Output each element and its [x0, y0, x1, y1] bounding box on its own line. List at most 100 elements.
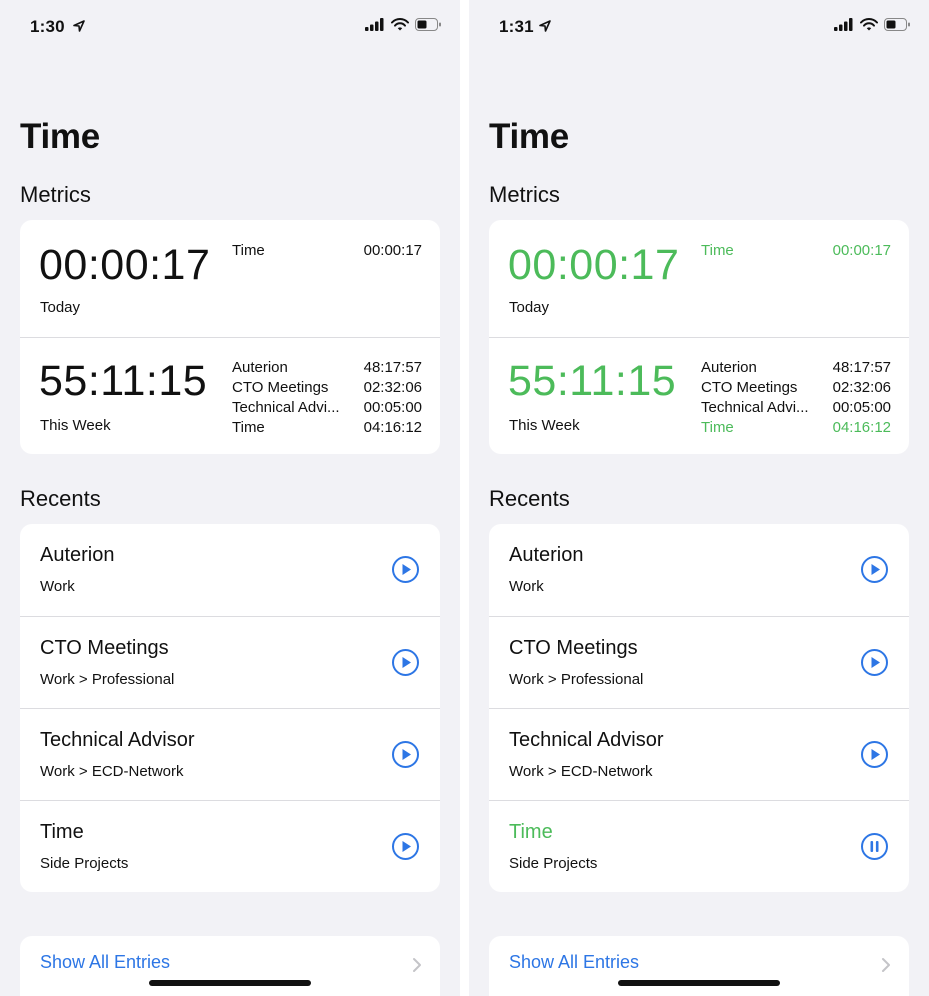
recent-name: Auterion — [40, 544, 115, 566]
phone-screen-left: 1:30 Time Metrics 00:00:17 Today Time 00… — [0, 0, 460, 996]
breakdown-duration: 02:32:06 — [832, 379, 891, 396]
status-icons — [365, 18, 442, 31]
recent-category: Work — [40, 578, 75, 595]
week-breakdown: Auterion 48:17:57 CTO Meetings 02:32:06 Te… — [701, 358, 891, 438]
show-all-entries-button[interactable]: Show All Entries — [20, 936, 440, 996]
today-label: Today — [40, 299, 81, 316]
home-indicator[interactable] — [618, 980, 780, 986]
today-breakdown: Time 00:00:17 — [701, 241, 891, 261]
recent-name: Technical Advisor — [509, 729, 664, 751]
status-bar: 1:30 — [0, 0, 460, 56]
metrics-card: 00:00:17 Today Time 00:00:17 55:11:15 Th… — [489, 220, 909, 454]
breakdown-row-active: Time 04:16:12 — [701, 418, 891, 438]
breakdown-duration: 04:16:12 — [832, 419, 891, 436]
status-icons — [834, 18, 911, 31]
today-label: Today — [509, 299, 550, 316]
breakdown-row-active: Time 00:00:17 — [701, 241, 891, 261]
show-all-label: Show All Entries — [40, 952, 171, 972]
recent-category: Side Projects — [40, 855, 129, 872]
breakdown-duration: 00:05:00 — [363, 399, 422, 416]
recent-name: CTO Meetings — [509, 637, 638, 659]
battery-icon — [415, 18, 441, 31]
breakdown-row: Technical Advi... 00:05:00 — [701, 398, 891, 418]
wifi-icon — [860, 18, 878, 31]
play-icon[interactable] — [391, 555, 420, 584]
play-icon[interactable] — [860, 555, 889, 584]
recent-item-cto-meetings[interactable]: CTO Meetings Work > Professional — [20, 616, 440, 708]
signal-icon — [365, 18, 384, 31]
breakdown-duration: 02:32:06 — [363, 379, 422, 396]
breakdown-name: Time — [232, 242, 265, 259]
pause-icon[interactable] — [860, 832, 889, 861]
wifi-icon — [391, 18, 409, 31]
recent-item-time-running[interactable]: Time Side Projects — [489, 800, 909, 892]
recent-name: Time — [40, 821, 84, 843]
breakdown-name: CTO Meetings — [232, 379, 329, 396]
breakdown-row: Auterion 48:17:57 — [701, 358, 891, 378]
recent-category: Work > Professional — [509, 671, 644, 688]
play-icon[interactable] — [860, 740, 889, 769]
play-icon[interactable] — [391, 740, 420, 769]
page-title: Time — [489, 117, 569, 156]
show-all-label: Show All Entries — [509, 952, 640, 972]
recent-item-technical-advisor[interactable]: Technical Advisor Work > ECD-Network — [489, 708, 909, 800]
recent-name: Technical Advisor — [40, 729, 195, 751]
recents-card: Auterion Work CTO Meetings Work > Profes… — [489, 524, 909, 892]
recent-category: Work > Professional — [40, 671, 175, 688]
breakdown-duration: 00:05:00 — [832, 399, 891, 416]
recent-category: Work — [509, 578, 544, 595]
recent-item-auterion[interactable]: Auterion Work — [489, 524, 909, 616]
recent-category: Work > ECD-Network — [40, 763, 184, 780]
recent-item-time[interactable]: Time Side Projects — [20, 800, 440, 892]
metrics-header: Metrics — [20, 182, 91, 207]
phone-screen-right: 1:31 Time Metrics 00:00:17 Today Time 00… — [469, 0, 929, 996]
play-icon[interactable] — [391, 648, 420, 677]
week-label: This Week — [40, 417, 111, 434]
recent-item-cto-meetings[interactable]: CTO Meetings Work > Professional — [489, 616, 909, 708]
week-total: 55:11:15 — [39, 357, 208, 405]
breakdown-row: CTO Meetings 02:32:06 — [701, 378, 891, 398]
location-arrow-icon — [539, 20, 551, 32]
breakdown-duration: 48:17:57 — [363, 359, 422, 376]
recents-header: Recents — [20, 486, 101, 511]
breakdown-row: CTO Meetings 02:32:06 — [232, 378, 422, 398]
recent-category: Side Projects — [509, 855, 598, 872]
breakdown-name: CTO Meetings — [701, 379, 798, 396]
metric-week: 55:11:15 This Week Auterion 48:17:57 CTO … — [489, 337, 909, 454]
breakdown-row: Time 00:00:17 — [232, 241, 422, 261]
recent-name: Time — [509, 821, 553, 843]
breakdown-name: Technical Advi... — [701, 399, 809, 416]
metrics-card: 00:00:17 Today Time 00:00:17 55:11:15 Th… — [20, 220, 440, 454]
week-total: 55:11:15 — [508, 357, 677, 405]
play-icon[interactable] — [860, 648, 889, 677]
metric-today: 00:00:17 Today Time 00:00:17 — [20, 220, 440, 337]
status-time: 1:30 — [30, 17, 65, 36]
play-icon[interactable] — [391, 832, 420, 861]
show-all-entries-button[interactable]: Show All Entries — [489, 936, 909, 996]
breakdown-name: Auterion — [232, 359, 288, 376]
recent-name: CTO Meetings — [40, 637, 169, 659]
breakdown-duration: 00:00:17 — [832, 242, 891, 259]
signal-icon — [834, 18, 853, 31]
week-breakdown: Auterion 48:17:57 CTO Meetings 02:32:06 Te… — [232, 358, 422, 438]
status-time: 1:31 — [499, 17, 534, 36]
home-indicator[interactable] — [149, 980, 311, 986]
recent-category: Work > ECD-Network — [509, 763, 653, 780]
battery-icon — [884, 18, 910, 31]
recent-name: Auterion — [509, 544, 584, 566]
breakdown-name: Time — [701, 242, 734, 259]
breakdown-row: Time 04:16:12 — [232, 418, 422, 438]
breakdown-duration: 48:17:57 — [832, 359, 891, 376]
chevron-right-icon — [413, 958, 421, 972]
breakdown-duration: 00:00:17 — [363, 242, 422, 259]
metric-week: 55:11:15 This Week Auterion 48:17:57 CTO … — [20, 337, 440, 454]
recent-item-auterion[interactable]: Auterion Work — [20, 524, 440, 616]
today-total: 00:00:17 — [508, 241, 680, 289]
breakdown-name: Time — [701, 419, 734, 436]
today-breakdown: Time 00:00:17 — [232, 241, 422, 261]
page-title: Time — [20, 117, 100, 156]
breakdown-name: Time — [232, 419, 265, 436]
recent-item-technical-advisor[interactable]: Technical Advisor Work > ECD-Network — [20, 708, 440, 800]
chevron-right-icon — [882, 958, 890, 972]
breakdown-row: Technical Advi... 00:05:00 — [232, 398, 422, 418]
